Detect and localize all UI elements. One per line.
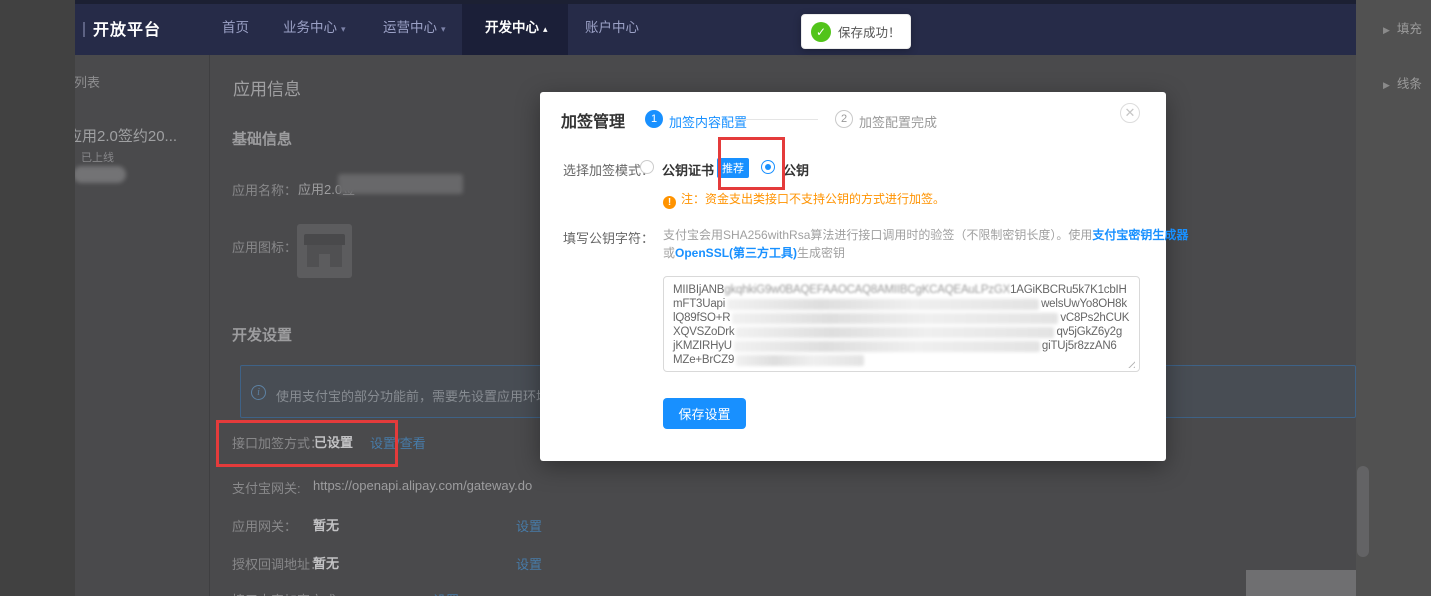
row-auth-callback-label: 授权回调地址：	[232, 554, 323, 573]
nav-item-account-center[interactable]: 账户中心	[585, 0, 639, 55]
app-name-label: 应用名称：	[232, 180, 297, 199]
chevron-up-icon: ▴	[543, 24, 548, 34]
sidebar-appid-redacted	[75, 166, 126, 183]
save-success-toast: ✓ 保存成功！	[801, 14, 911, 49]
app-name-redacted	[338, 174, 463, 194]
notice-text: 使用支付宝的部分功能前，需要先设置应用环境，	[276, 389, 562, 404]
row-gateway-label: 支付宝网关:	[232, 478, 301, 497]
step-connector-line	[735, 119, 818, 120]
recommended-badge: 推荐	[717, 158, 749, 178]
row-sign-mode-value: 已设置	[314, 432, 353, 451]
section-dev-settings: 开发设置	[232, 324, 292, 345]
step-1-label: 加签内容配置	[669, 112, 747, 131]
key-redacted-block	[734, 341, 1040, 352]
sidebar-app-status-badge: 已上线	[81, 149, 114, 165]
nav-item-business-center[interactable]: 业务中心▾	[283, 0, 346, 55]
editor-left-canvas-strip	[0, 0, 75, 596]
editor-fill-section[interactable]: ▶填充	[1383, 18, 1422, 37]
row-app-gateway-label: 应用网关：	[232, 516, 297, 535]
radio-public-key-label[interactable]: 公钥	[783, 160, 809, 179]
key-line: MIIBIjANBgkqhkiG9w0BAQEFAAOCAQ8AMIIBCgKC…	[673, 283, 1130, 297]
chevron-down-icon: ▾	[441, 24, 446, 34]
editor-line-section[interactable]: ▶线条	[1383, 73, 1422, 92]
page-scrollbar-thumb[interactable]	[1357, 466, 1369, 557]
storefront-door	[319, 254, 330, 267]
row-app-gateway-value: 暂无	[313, 515, 339, 534]
app-icon-storefront	[297, 224, 352, 278]
radio-public-key-cert[interactable]	[640, 160, 654, 174]
fund-api-warning: ! 注：资金支出类接口不支持公钥的方式进行加签。	[663, 190, 945, 209]
top-nav: 开放平台 首页 业务中心▾ 运营中心▾ 开发中心▴ 账户中心	[75, 0, 1356, 55]
public-key-field-label: 填写公钥字符：	[563, 228, 654, 247]
sidebar-divider	[209, 55, 210, 596]
row-auth-callback-value: 暂无	[313, 553, 339, 572]
step-1-circle: 1	[645, 110, 663, 128]
key-line: jKMZIRHyUgiTUj5r8zzAN6	[673, 339, 1130, 353]
sidebar-app-name[interactable]: 应用2.0签约20...	[75, 125, 177, 146]
radio-public-key[interactable]	[761, 160, 775, 174]
key-line: mFT3UapiwelsUwYo8OH8k	[673, 297, 1130, 311]
radio-public-key-cert-label[interactable]: 公钥证书	[662, 160, 714, 179]
row-encrypt-set-link[interactable]: 设置	[433, 590, 459, 596]
openssl-link[interactable]: OpenSSL(第三方工具)	[675, 246, 797, 260]
nav-item-home[interactable]: 首页	[222, 0, 249, 55]
brand-divider-bar	[83, 22, 85, 37]
key-line: lQ89fSO+RvC8Ps2hCUK	[673, 311, 1130, 325]
key-description-line2: 或OpenSSL(第三方工具)生成密钥	[663, 244, 845, 261]
nav-item-operation-center[interactable]: 运营中心▾	[383, 0, 446, 55]
app-icon-label: 应用图标：	[232, 237, 297, 256]
key-description-line1: 支付宝会用SHA256withRsa算法进行接口调用时的验签（不限制密钥长度）。…	[663, 226, 1188, 243]
warning-text: 注：资金支出类接口不支持公钥的方式进行加签。	[681, 192, 945, 206]
sign-management-modal: 加签管理 1 加签内容配置 2 加签配置完成 ✕ 选择加签模式： 公钥证书 推荐…	[540, 92, 1166, 461]
key-redacted-block	[727, 299, 1039, 310]
save-settings-button[interactable]: 保存设置	[663, 398, 746, 429]
chevron-down-icon: ▾	[341, 24, 346, 34]
triangle-right-icon: ▶	[1383, 25, 1390, 35]
row-sign-mode-link[interactable]: 设置/查看	[370, 433, 426, 452]
warning-icon: !	[663, 196, 676, 209]
toast-message: 保存成功！	[838, 22, 901, 41]
row-gateway-value: https://openapi.alipay.com/gateway.do	[313, 478, 532, 493]
row-auth-callback-set-link[interactable]: 设置	[516, 554, 542, 573]
row-app-gateway-set-link[interactable]: 设置	[516, 516, 542, 535]
storefront-awning	[304, 234, 345, 245]
alipay-open-platform-page: 开放平台 首页 业务中心▾ 运营中心▾ 开发中心▴ 账户中心 ✓ 保存成功！ 用…	[75, 0, 1356, 596]
modal-title: 加签管理	[561, 108, 625, 132]
sidebar-app-list-header[interactable]: 用列表	[75, 72, 100, 91]
nav-item-dev-center[interactable]: 开发中心▴	[485, 0, 548, 55]
step-2-label: 加签配置完成	[859, 112, 937, 131]
key-line: MZe+BrCZ9	[673, 353, 1130, 367]
brand-text: 开放平台	[93, 22, 161, 39]
page-title: 应用信息	[233, 75, 301, 100]
public-key-textarea[interactable]: MIIBIjANBgkqhkiG9w0BAQEFAAOCAQ8AMIIBCgKC…	[663, 276, 1140, 372]
row-sign-mode-label: 接口加签方式：	[232, 433, 323, 452]
bottom-right-widget	[1246, 570, 1356, 596]
triangle-right-icon: ▶	[1383, 80, 1390, 90]
screenshot-editor-canvas: 开放平台 首页 业务中心▾ 运营中心▾ 开发中心▴ 账户中心 ✓ 保存成功！ 用…	[0, 0, 1431, 596]
key-line: XQVSZoDrkqv5jGkZ6y2g	[673, 325, 1130, 339]
section-basic-info: 基础信息	[232, 128, 292, 149]
brand-logo[interactable]: 开放平台	[83, 16, 161, 40]
row-encrypt-label: 接口内容加密方式：	[232, 590, 349, 596]
key-redacted-block	[732, 313, 1058, 324]
key-redacted-text: gkqhkiG9w0BAQEFAAOCAQ8AMIIBCgKCAQEAuLPzG…	[724, 283, 1010, 297]
key-redacted-block	[736, 327, 1054, 338]
success-check-icon: ✓	[811, 22, 831, 42]
key-generator-link[interactable]: 支付宝密钥生成器	[1092, 228, 1188, 242]
info-icon: i	[251, 385, 266, 400]
nav-top-edge	[75, 0, 1356, 4]
radio-selected-dot	[765, 164, 771, 170]
close-icon[interactable]: ✕	[1120, 103, 1140, 123]
key-redacted-block	[736, 355, 864, 366]
step-2-circle: 2	[835, 110, 853, 128]
